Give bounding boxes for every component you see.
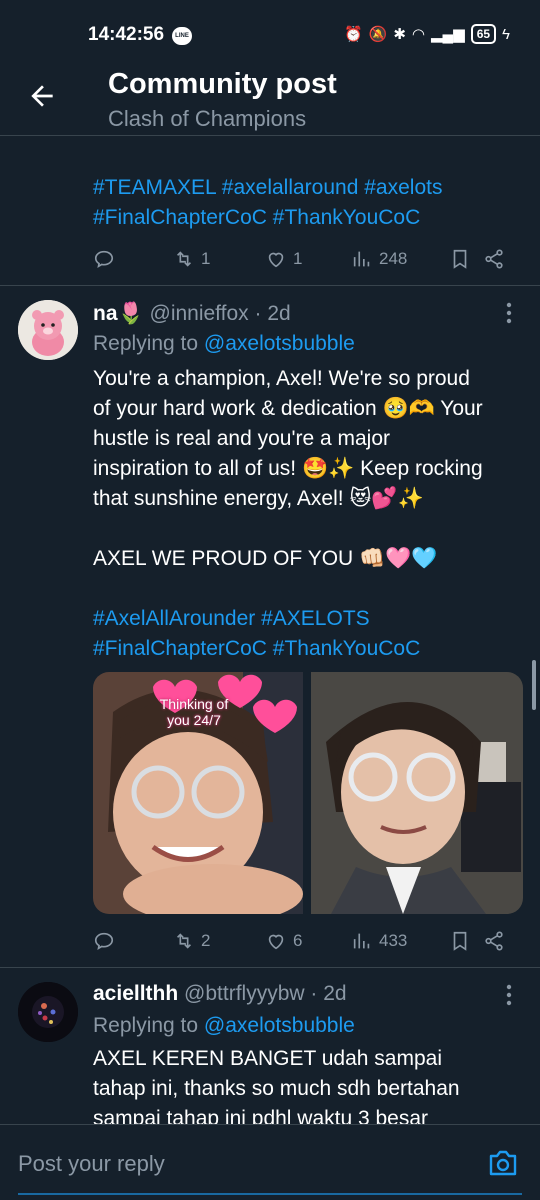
wifi-icon: ◠	[411, 26, 425, 43]
tweet-actions: 2 6 433	[93, 926, 523, 956]
repost-count: 1	[201, 249, 211, 268]
repost-icon	[176, 251, 192, 267]
views-button[interactable]: 433	[351, 930, 449, 952]
post-body: AXEL KEREN BANGET udah sampai tahap ini,…	[93, 1044, 533, 1124]
reply-icon	[94, 250, 114, 268]
hashtag[interactable]: #axelots	[364, 176, 442, 199]
reply-button[interactable]	[93, 248, 173, 270]
replying-to-label: Replying to	[93, 332, 199, 355]
share-icon	[485, 931, 503, 951]
heart-icon	[268, 934, 284, 950]
views-count: 248	[379, 249, 408, 268]
repost-icon	[176, 933, 192, 949]
bookmark-button[interactable]	[449, 248, 483, 270]
photo-left[interactable]: Thinking of you 24/7	[93, 672, 305, 914]
hashtag[interactable]: #AXELOTS	[261, 607, 370, 630]
hashtags: #TEAMAXEL #axelallaround #axelots #Final…	[93, 173, 523, 233]
divider	[0, 285, 540, 286]
body-line: sampai tahap ini pdhl waktu 3 besar	[93, 1107, 429, 1124]
repost-button[interactable]: 2	[173, 930, 265, 952]
reply-button[interactable]	[93, 930, 173, 952]
views-count: 433	[379, 931, 408, 950]
hashtag[interactable]: #FinalChapterCoC	[93, 637, 267, 660]
community-name[interactable]: Clash of Champions	[108, 106, 306, 132]
like-count: 6	[293, 931, 303, 950]
scrollbar[interactable]	[532, 660, 536, 710]
bluetooth-icon: ✱	[393, 26, 406, 43]
status-icons: ⏰ 🔕 ✱ ◠ ▂▄▆ 65 ϟ	[344, 24, 510, 44]
post-time: · 2d	[254, 302, 291, 325]
hashtag[interactable]: #ThankYouCoC	[273, 637, 421, 660]
input-underline	[18, 1193, 522, 1195]
hashtag[interactable]: #axelallaround	[222, 176, 359, 199]
body-line: AXEL KEREN BANGET udah sampai	[93, 1047, 442, 1070]
hashtag[interactable]: #FinalChapterCoC	[93, 206, 267, 229]
hashtag[interactable]: #AxelAllArounder	[93, 607, 255, 630]
mention-link[interactable]: @axelotsbubble	[204, 1014, 355, 1037]
bookmark-icon	[453, 249, 467, 269]
display-name[interactable]: na🌷	[93, 302, 144, 325]
share-button[interactable]	[483, 248, 505, 270]
user-handle[interactable]: @bttrflyyybw	[184, 982, 305, 1005]
mention-link[interactable]: @axelotsbubble	[204, 332, 355, 355]
camera-icon[interactable]	[488, 1149, 518, 1177]
body-line: tahap ini, thanks so much sdh bertahan	[93, 1077, 460, 1100]
display-name[interactable]: aciellthh	[93, 982, 178, 1005]
signal-icon: ▂▄▆	[430, 26, 465, 43]
reply-icon	[94, 932, 114, 950]
body-line: of your hard work & dedication 🥹🫶 Your	[93, 397, 483, 420]
like-button[interactable]: 6	[265, 930, 351, 952]
photo-caption: Thinking of you 24/7	[159, 696, 229, 728]
post-media[interactable]: Thinking of you 24/7	[93, 672, 523, 914]
bookmark-button[interactable]	[449, 930, 483, 952]
like-count: 1	[293, 249, 303, 268]
more-options-icon[interactable]	[506, 984, 512, 1006]
replying-to: Replying to @axelotsbubble	[93, 1014, 355, 1038]
reply-composer: Post your reply	[0, 1124, 540, 1200]
like-button[interactable]: 1	[265, 248, 351, 270]
views-chart-icon	[353, 933, 370, 949]
alarm-icon: ⏰	[343, 26, 363, 43]
body-line: hustle is real and you're a major	[93, 427, 390, 450]
views-chart-icon	[353, 251, 370, 267]
replying-to-label: Replying to	[93, 1014, 199, 1037]
repost-count: 2	[201, 931, 211, 950]
body-line: AXEL WE PROUD OF YOU 👊🏻🩷🩵	[93, 547, 438, 570]
body-line: You're a champion, Axel! We're so proud	[93, 367, 470, 390]
hashtag[interactable]: #ThankYouCoC	[273, 206, 421, 229]
avatar[interactable]	[18, 982, 78, 1042]
divider	[0, 967, 540, 968]
mute-icon: 🔕	[368, 26, 388, 43]
replying-to: Replying to @axelotsbubble	[93, 332, 355, 356]
page-title: Community post	[108, 68, 337, 100]
clock: 14:42:56	[88, 24, 165, 45]
back-arrow-icon[interactable]	[26, 80, 58, 112]
body-line: that sunshine energy, Axel! 😻💕✨	[93, 487, 424, 510]
bookmark-icon	[453, 931, 467, 951]
share-button[interactable]	[483, 930, 505, 952]
charging-icon: ϟ	[502, 25, 510, 43]
hashtag[interactable]: #TEAMAXEL	[93, 176, 216, 199]
portrait-photo-image	[311, 672, 523, 914]
share-icon	[485, 249, 503, 269]
dark-collage-avatar-image	[18, 982, 78, 1042]
pink-beaver-avatar-image	[18, 300, 78, 360]
post-time: · 2d	[310, 982, 347, 1005]
line-notification-icon: LINE	[172, 27, 192, 45]
author-row: aciellthh @bttrflyyybw · 2d	[93, 982, 347, 1006]
views-button[interactable]: 248	[351, 248, 449, 270]
photo-right[interactable]	[311, 672, 523, 914]
top-app-bar: Community post Clash of Champions	[0, 60, 540, 136]
user-handle[interactable]: @innieffox	[150, 302, 249, 325]
author-row: na🌷 @innieffox · 2d	[93, 302, 291, 326]
battery-icon: 65	[470, 24, 497, 44]
reply-input[interactable]: Post your reply	[18, 1151, 165, 1177]
repost-button[interactable]: 1	[173, 248, 265, 270]
tweet-actions: 1 1 248	[93, 244, 523, 274]
heart-icon	[268, 252, 284, 268]
post-body: You're a champion, Axel! We're so proud …	[93, 364, 533, 664]
more-options-icon[interactable]	[506, 302, 512, 324]
body-line: inspiration to all of us! 🤩✨ Keep rockin…	[93, 457, 483, 480]
avatar[interactable]	[18, 300, 78, 360]
